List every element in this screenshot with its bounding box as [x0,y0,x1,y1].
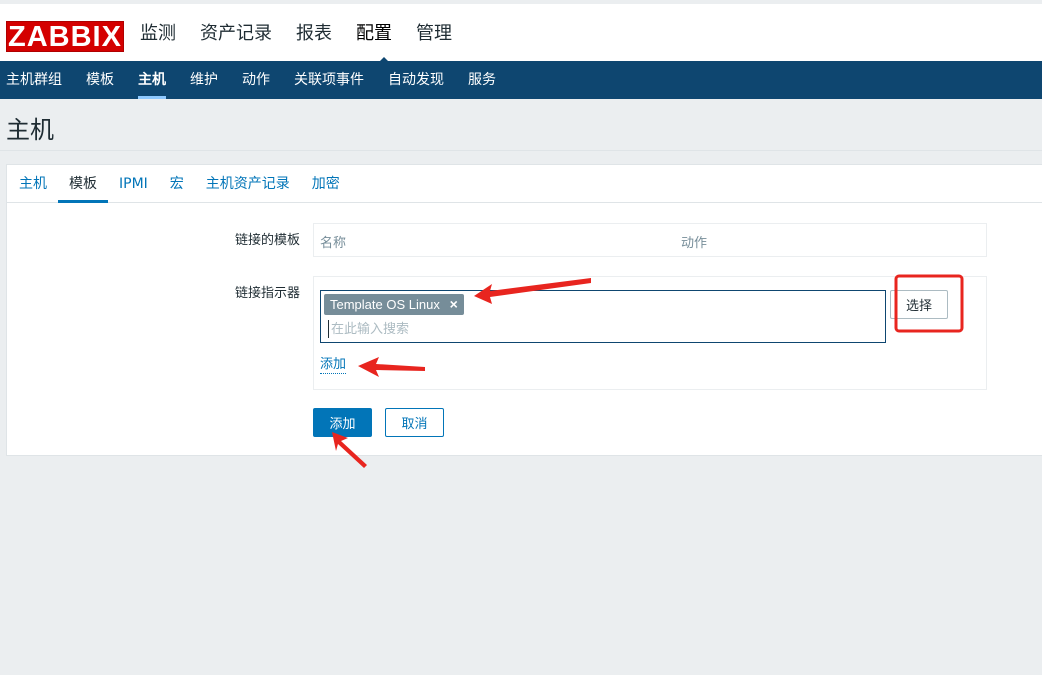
main-menu: 监测 资产记录 报表 配置 管理 [138,21,474,47]
main-menu-configuration[interactable]: 配置 [354,21,394,47]
column-name-header: 名称 [320,236,347,251]
tab-host-inventory[interactable]: 主机资产记录 [195,165,301,202]
sub-nav-actions[interactable]: 动作 [230,61,282,99]
select-button[interactable]: 选择 [890,290,948,319]
sub-nav-maintenance[interactable]: 维护 [178,61,230,99]
tab-macros[interactable]: 宏 [159,165,195,202]
main-menu-administration[interactable]: 管理 [414,21,454,47]
sub-nav-discovery[interactable]: 自动发现 [376,61,456,99]
title-divider [0,150,1042,151]
sub-nav-host-groups[interactable]: 主机群组 [0,61,74,99]
tab-host[interactable]: 主机 [7,165,58,202]
sub-nav-hosts[interactable]: 主机 [126,61,178,99]
link-new-templates-label: 链接指示器 [234,286,300,301]
column-action-header: 动作 [681,236,708,251]
cancel-button[interactable]: 取消 [385,408,444,437]
top-header: ZABBIX 监测 资产记录 报表 配置 管理 [0,0,1042,65]
tab-encryption[interactable]: 加密 [301,165,351,202]
host-form-panel: 主机 模板 IPMI 宏 主机资产记录 加密 链接的模板 名称 动作 链接指示器… [6,164,1042,456]
sub-nav-services[interactable]: 服务 [456,61,508,99]
add-template-link[interactable]: 添加 [320,357,347,374]
sub-nav: 主机群组 模板 主机 维护 动作 关联项事件 自动发现 服务 [0,61,1042,99]
add-button[interactable]: 添加 [313,408,372,437]
tab-templates[interactable]: 模板 [58,165,108,203]
form-tabs: 主机 模板 IPMI 宏 主机资产记录 加密 [7,165,1042,203]
sub-nav-event-correlation[interactable]: 关联项事件 [282,61,376,99]
main-menu-inventory[interactable]: 资产记录 [198,21,274,47]
sub-nav-templates[interactable]: 模板 [74,61,126,99]
tab-ipmi[interactable]: IPMI [108,165,159,202]
linked-templates-label: 链接的模板 [234,233,300,248]
page-title: 主机 [6,116,54,144]
linked-templates-table: 名称 动作 [313,223,987,257]
link-new-templates-box: Template OS Linux × 选择 添加 [313,276,987,390]
zabbix-logo[interactable]: ZABBIX [6,21,124,53]
template-multiselect[interactable]: Template OS Linux × [320,290,886,343]
main-menu-monitoring[interactable]: 监测 [138,21,178,47]
main-menu-reports[interactable]: 报表 [294,21,334,47]
selected-template-label: Template OS Linux [330,297,440,312]
selected-template-chip: Template OS Linux × [324,294,464,315]
template-search-input[interactable] [328,320,871,338]
remove-icon[interactable]: × [450,294,458,315]
